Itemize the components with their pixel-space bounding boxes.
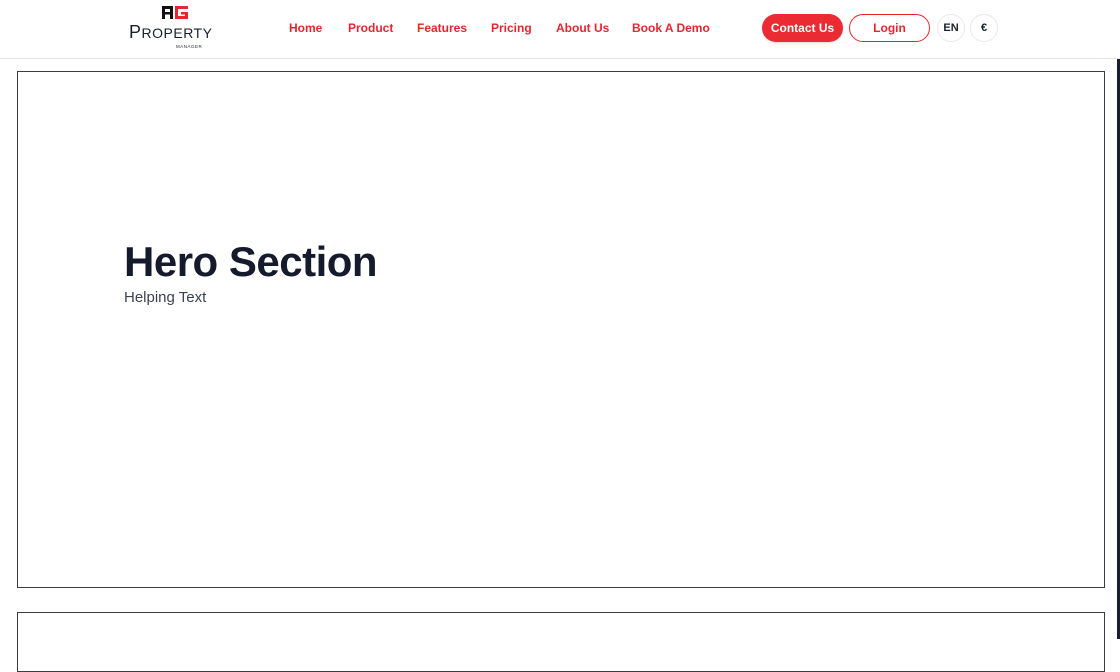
nav-link-about-us[interactable]: About Us bbox=[556, 20, 609, 36]
nav-link-home[interactable]: Home bbox=[289, 20, 322, 36]
ag-logo-mark-icon bbox=[162, 6, 188, 19]
brand-logo[interactable]: PROPERTY MANAGER bbox=[129, 5, 225, 55]
brand-wordmark: PROPERTY bbox=[129, 22, 213, 42]
nav-link-product[interactable]: Product bbox=[348, 20, 393, 36]
nav-link-book-a-demo[interactable]: Book A Demo bbox=[632, 20, 710, 36]
hero-helping-text: Helping Text bbox=[124, 289, 207, 306]
contact-us-button[interactable]: Contact Us bbox=[762, 14, 843, 42]
nav-link-pricing[interactable]: Pricing bbox=[491, 20, 532, 36]
nav-link-features[interactable]: Features bbox=[417, 20, 467, 36]
login-button[interactable]: Login bbox=[849, 14, 930, 42]
hero-section: Hero Section Helping Text bbox=[17, 71, 1105, 588]
site-header: PROPERTY MANAGER Home Product Features P… bbox=[0, 0, 1120, 59]
hero-title: Hero Section bbox=[124, 238, 378, 285]
currency-selector-button[interactable]: € bbox=[970, 14, 998, 42]
next-section bbox=[17, 612, 1105, 672]
language-selector-button[interactable]: EN bbox=[937, 14, 965, 42]
brand-tagline: MANAGER bbox=[176, 44, 203, 49]
